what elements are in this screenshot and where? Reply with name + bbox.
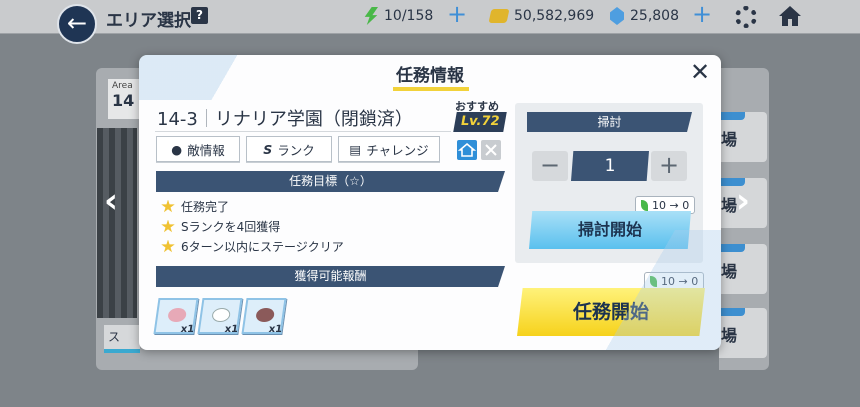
stage-heading: 14-3 リナリア学園（閉鎖済） bbox=[157, 105, 413, 131]
challenge-label: チャレンジ bbox=[366, 142, 429, 158]
mission-info-dialog: 任務情報 ✕ 14-3 リナリア学園（閉鎖済） おすすめ Lv.72 ● 敵情報 … bbox=[139, 55, 721, 350]
ap-icon bbox=[364, 7, 378, 25]
credit-counter: 50,582,969 bbox=[488, 5, 595, 27]
objectives-header: 任務目標（☆） bbox=[156, 171, 505, 192]
challenge-icon: ▤ bbox=[349, 141, 362, 157]
objective-item: 6ターン以内にステージクリア bbox=[161, 238, 344, 255]
divider bbox=[205, 109, 207, 127]
dialog-title: 任務情報 bbox=[396, 66, 464, 86]
rank-label: ランク bbox=[277, 142, 315, 158]
reward-count: x1 bbox=[267, 324, 283, 335]
home-icon[interactable] bbox=[778, 4, 802, 28]
recommend-level-badge: Lv.72 bbox=[453, 112, 507, 132]
challenge-button[interactable]: ▤ チャレンジ bbox=[338, 136, 440, 162]
back-button[interactable]: ← bbox=[57, 4, 97, 44]
stage-card[interactable]: 場 bbox=[719, 308, 767, 358]
title-underline bbox=[393, 87, 469, 91]
ap-counter: 10/158 bbox=[364, 5, 433, 27]
mission-cost: 10 → 0 bbox=[661, 274, 699, 288]
reward-item[interactable]: x1 bbox=[241, 298, 287, 335]
close-icon[interactable]: ✕ bbox=[687, 59, 713, 85]
star-icon bbox=[161, 219, 175, 233]
reward-item[interactable]: x1 bbox=[153, 298, 199, 335]
area-image bbox=[97, 128, 137, 318]
sweep-header: 掃討 bbox=[527, 112, 692, 132]
credit-value: 50,582,969 bbox=[514, 8, 595, 24]
area-label: Area bbox=[112, 81, 133, 91]
stage-card[interactable]: 場 bbox=[719, 112, 767, 162]
objective-text: 6ターン以内にステージクリア bbox=[181, 240, 344, 254]
ap-icon bbox=[641, 199, 648, 211]
help-icon[interactable]: ? bbox=[191, 7, 208, 24]
credit-icon bbox=[488, 9, 510, 23]
gem-value: 25,808 bbox=[630, 8, 679, 24]
objective-item: 任務完了 bbox=[161, 198, 229, 215]
stage-card[interactable]: 場 bbox=[719, 244, 767, 294]
stage-name: リナリア学園（閉鎖済） bbox=[214, 109, 413, 130]
objective-text: Sランクを4回獲得 bbox=[181, 220, 281, 234]
disabled-toggle-icon[interactable] bbox=[481, 140, 501, 160]
mission-start-button[interactable]: 任務開始 bbox=[517, 288, 705, 336]
sweep-start-button[interactable]: 掃討開始 bbox=[529, 211, 691, 249]
rewards-header: 獲得可能報酬 bbox=[156, 266, 505, 287]
ap-value: 10/158 bbox=[384, 8, 434, 24]
sweep-cost: 10 → 0 bbox=[652, 198, 690, 212]
enemy-icon: ● bbox=[171, 141, 183, 157]
star-icon bbox=[161, 239, 175, 253]
stage-code: 14-3 bbox=[157, 109, 198, 130]
rank-button[interactable]: S ランク bbox=[246, 136, 332, 162]
mission-cost-tag: 10 → 0 bbox=[644, 272, 705, 290]
objective-item: Sランクを4回獲得 bbox=[161, 218, 280, 235]
gem-icon bbox=[610, 7, 624, 25]
objective-text: 任務完了 bbox=[181, 200, 230, 214]
house-toggle-icon[interactable] bbox=[457, 140, 477, 160]
reward-icon bbox=[255, 308, 276, 322]
area-progress-strip: ス bbox=[104, 325, 140, 353]
gem-counter: 25,808 bbox=[610, 5, 679, 27]
decrease-button[interactable]: − bbox=[532, 151, 568, 181]
add-gem-button[interactable]: + bbox=[692, 2, 712, 26]
enemy-info-button[interactable]: ● 敵情報 bbox=[156, 136, 240, 162]
ap-icon bbox=[650, 275, 657, 287]
divider bbox=[155, 131, 451, 132]
prev-arrow-icon[interactable]: ‹ bbox=[104, 184, 118, 218]
increase-button[interactable]: + bbox=[651, 151, 687, 181]
rank-s-icon: S bbox=[263, 141, 273, 157]
reward-count: x1 bbox=[179, 324, 195, 335]
add-ap-button[interactable]: + bbox=[447, 2, 467, 26]
reward-icon bbox=[167, 308, 188, 322]
reward-icon bbox=[211, 308, 232, 322]
enemy-info-label: 敵情報 bbox=[187, 142, 225, 158]
back-arrow-icon: ← bbox=[66, 9, 88, 37]
sweep-count-field[interactable]: 1 bbox=[571, 151, 649, 181]
page-title: エリア選択 bbox=[106, 11, 191, 31]
next-arrow-icon[interactable]: › bbox=[736, 184, 750, 218]
reward-item[interactable]: x1 bbox=[197, 298, 243, 335]
gear-icon[interactable] bbox=[735, 6, 757, 28]
star-icon bbox=[161, 199, 175, 213]
reward-count: x1 bbox=[223, 324, 239, 335]
